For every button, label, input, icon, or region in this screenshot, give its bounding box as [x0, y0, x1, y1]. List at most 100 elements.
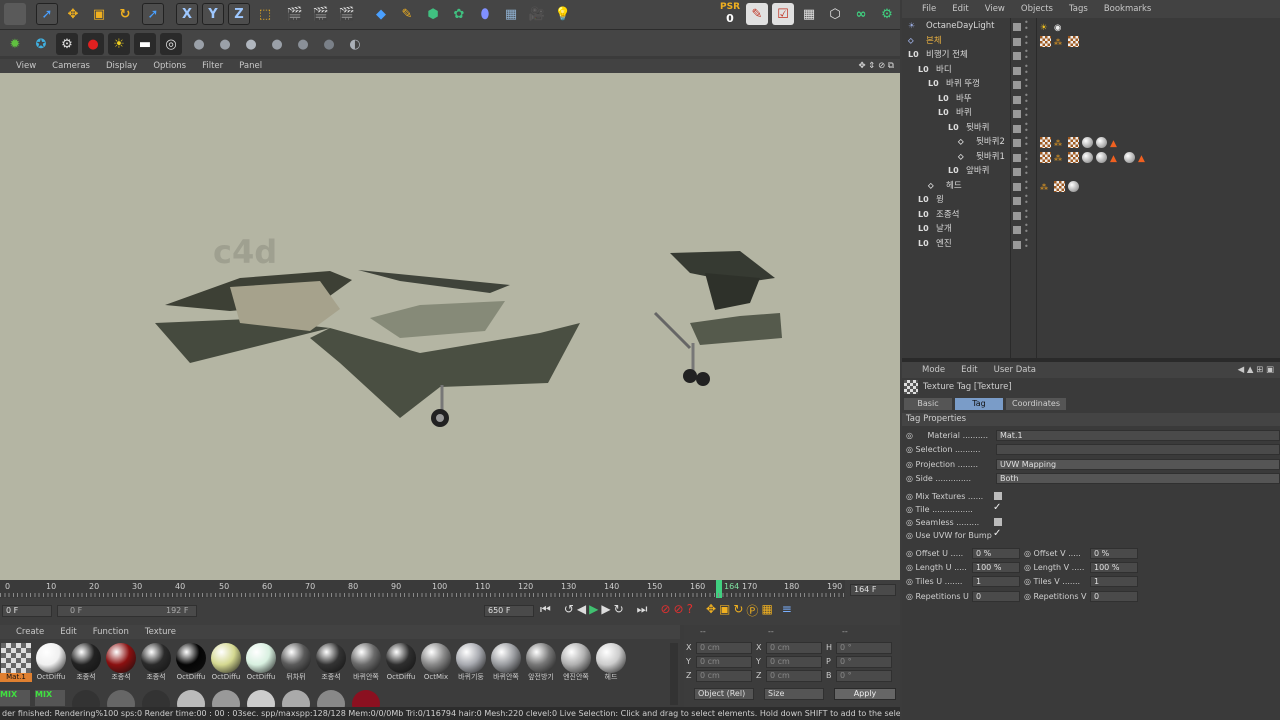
- repetitions-v-field[interactable]: 0: [1090, 591, 1138, 602]
- record-key-icon[interactable]: ⊘: [660, 602, 670, 620]
- material-scrollbar[interactable]: [670, 643, 678, 705]
- layer-toggle-icon[interactable]: [1013, 37, 1021, 46]
- visibility-dots-icon[interactable]: • •: [1024, 222, 1029, 236]
- material-ball[interactable]: [107, 690, 135, 707]
- octane-live-viewer-icon[interactable]: ✎: [746, 3, 768, 25]
- material-swatch[interactable]: Mat.1: [0, 643, 32, 683]
- material-ball[interactable]: [247, 690, 275, 707]
- object-row[interactable]: ⬦ 헤드 • • ⁂: [902, 178, 1280, 194]
- floor-icon[interactable]: ▦: [500, 3, 522, 25]
- octane-settings-icon[interactable]: ☑: [772, 3, 794, 25]
- attr-menu-mode[interactable]: Mode: [922, 365, 945, 375]
- layer-toggle-icon[interactable]: [1013, 23, 1021, 31]
- visibility-dots-icon[interactable]: • •: [1024, 33, 1029, 47]
- obj-menu-file[interactable]: File: [922, 4, 936, 14]
- attr-nav-arrows-icon[interactable]: ◀ ▲ ⊞ ▣: [1238, 365, 1274, 375]
- obj-menu-view[interactable]: View: [985, 4, 1005, 14]
- material-menu-function[interactable]: Function: [93, 627, 129, 637]
- layer-toggle-icon[interactable]: [1013, 52, 1021, 60]
- next-frame-icon[interactable]: ▶: [601, 602, 610, 620]
- camera-icon[interactable]: 🎥: [526, 3, 548, 25]
- layer-toggle-icon[interactable]: [1013, 95, 1021, 104]
- visibility-dots-icon[interactable]: • •: [1024, 19, 1029, 33]
- material-swatch[interactable]: 헤드: [595, 643, 627, 683]
- material-swatch[interactable]: 조종석: [105, 643, 137, 683]
- coord-value-field[interactable]: 0 cm: [696, 656, 752, 668]
- octane-objects-icon[interactable]: ⬡: [824, 3, 846, 25]
- go-to-end-icon[interactable]: ⏭: [637, 602, 648, 620]
- material-menu-texture[interactable]: Texture: [145, 627, 176, 637]
- deformer-icon[interactable]: ⬮: [474, 3, 496, 25]
- texture-tag-icon[interactable]: [1040, 35, 1051, 47]
- visibility-dots-icon[interactable]: • •: [1024, 48, 1029, 62]
- attr-menu-userdata[interactable]: User Data: [994, 365, 1036, 375]
- coord-value-field[interactable]: 0 °: [836, 656, 892, 668]
- obj-menu-tags[interactable]: Tags: [1069, 4, 1088, 14]
- coord-value-field[interactable]: 0 cm: [696, 670, 752, 682]
- seamless-checkbox[interactable]: [994, 518, 1002, 526]
- obj-menu-objects[interactable]: Objects: [1021, 4, 1053, 14]
- object-row[interactable]: L0 윙 • •: [902, 193, 1280, 208]
- layer-toggle-icon[interactable]: [1013, 110, 1021, 118]
- material-swatch[interactable]: 바퀴기둥: [455, 643, 487, 683]
- keyframe-selection-icon[interactable]: ?: [687, 602, 693, 620]
- settings-gear-icon[interactable]: ⚙: [56, 33, 78, 55]
- coord-value-field[interactable]: 0 cm: [766, 642, 822, 654]
- sun-icon[interactable]: ☀: [108, 33, 130, 55]
- use-uvw-checkbox[interactable]: ✓: [993, 528, 1001, 539]
- layer-toggle-icon[interactable]: [1013, 124, 1021, 133]
- prev-frame-icon[interactable]: ◀: [577, 602, 586, 620]
- length-u-field[interactable]: 100 %: [972, 562, 1020, 573]
- layer-toggle-icon[interactable]: [1013, 240, 1021, 249]
- material-tag-icon[interactable]: [1082, 137, 1093, 148]
- material-swatch[interactable]: 바퀴안쪽: [350, 643, 382, 683]
- visibility-dots-icon[interactable]: • •: [1024, 178, 1029, 192]
- length-v-field[interactable]: 100 %: [1090, 562, 1138, 573]
- material-ball-3-icon[interactable]: ●: [240, 33, 262, 55]
- material-ball[interactable]: [72, 690, 100, 707]
- visibility-dots-icon[interactable]: • •: [1024, 62, 1029, 76]
- material-swatch[interactable]: OctDiffu: [245, 643, 277, 683]
- layer-toggle-icon[interactable]: [1013, 182, 1021, 191]
- material-tag-icon[interactable]: [1096, 151, 1107, 163]
- texture-tag-icon[interactable]: [1054, 180, 1065, 192]
- live-selection-icon[interactable]: ➚: [36, 3, 58, 25]
- mix-textures-checkbox[interactable]: [994, 492, 1002, 500]
- phong-tag-icon[interactable]: ⁂: [1054, 137, 1065, 148]
- object-row[interactable]: L0 바퀴 뚜껑 • •: [902, 77, 1280, 92]
- undo-icon[interactable]: [4, 3, 26, 25]
- visibility-dots-icon[interactable]: • •: [1024, 236, 1029, 250]
- material-menu-edit[interactable]: Edit: [60, 627, 76, 637]
- material-ball-2-icon[interactable]: ●: [214, 33, 236, 55]
- material-swatch[interactable]: OctDiffu: [35, 643, 67, 683]
- axis-y-button[interactable]: Y: [202, 3, 224, 25]
- auto-key-icon[interactable]: ⊘: [674, 602, 684, 620]
- timeline-menu-icon[interactable]: ≡: [782, 602, 792, 620]
- repetitions-u-field[interactable]: 0: [972, 591, 1020, 602]
- material-ball-1-icon[interactable]: ●: [188, 33, 210, 55]
- sun-tag-icon[interactable]: ☀: [1040, 21, 1051, 33]
- apply-button[interactable]: Apply: [834, 688, 896, 700]
- key-position-icon[interactable]: ✥: [706, 602, 716, 620]
- object-row[interactable]: ⬦ 본체 • • ⁂: [902, 33, 1280, 49]
- texture-tag-icon[interactable]: [1068, 137, 1079, 148]
- material-swatch[interactable]: OctMix: [420, 643, 452, 683]
- material-ball-4-icon[interactable]: ●: [266, 33, 288, 55]
- texture-tag-icon[interactable]: [1040, 137, 1051, 148]
- coord-value-field[interactable]: 0 cm: [766, 656, 822, 668]
- offset-u-field[interactable]: 0 %: [972, 548, 1020, 559]
- key-pla-icon[interactable]: ▦: [761, 602, 772, 620]
- projection-select[interactable]: UVW Mapping: [996, 459, 1280, 470]
- coord-value-field[interactable]: 0 cm: [696, 642, 752, 654]
- key-parameter-icon[interactable]: Ⓟ: [746, 602, 758, 620]
- material-swatch[interactable]: 조종석: [70, 643, 102, 683]
- axis-x-button[interactable]: X: [176, 3, 198, 25]
- record-icon[interactable]: ●: [82, 33, 104, 55]
- tab-tag[interactable]: Tag: [955, 398, 1003, 410]
- last-tool-icon[interactable]: ➚: [142, 3, 164, 25]
- visibility-dots-icon[interactable]: • •: [1024, 135, 1029, 149]
- obj-menu-edit[interactable]: Edit: [952, 4, 968, 14]
- visibility-dots-icon[interactable]: • •: [1024, 91, 1029, 105]
- target-tag-icon[interactable]: ◉: [1054, 21, 1065, 33]
- phong-tag-icon[interactable]: ⁂: [1054, 36, 1065, 47]
